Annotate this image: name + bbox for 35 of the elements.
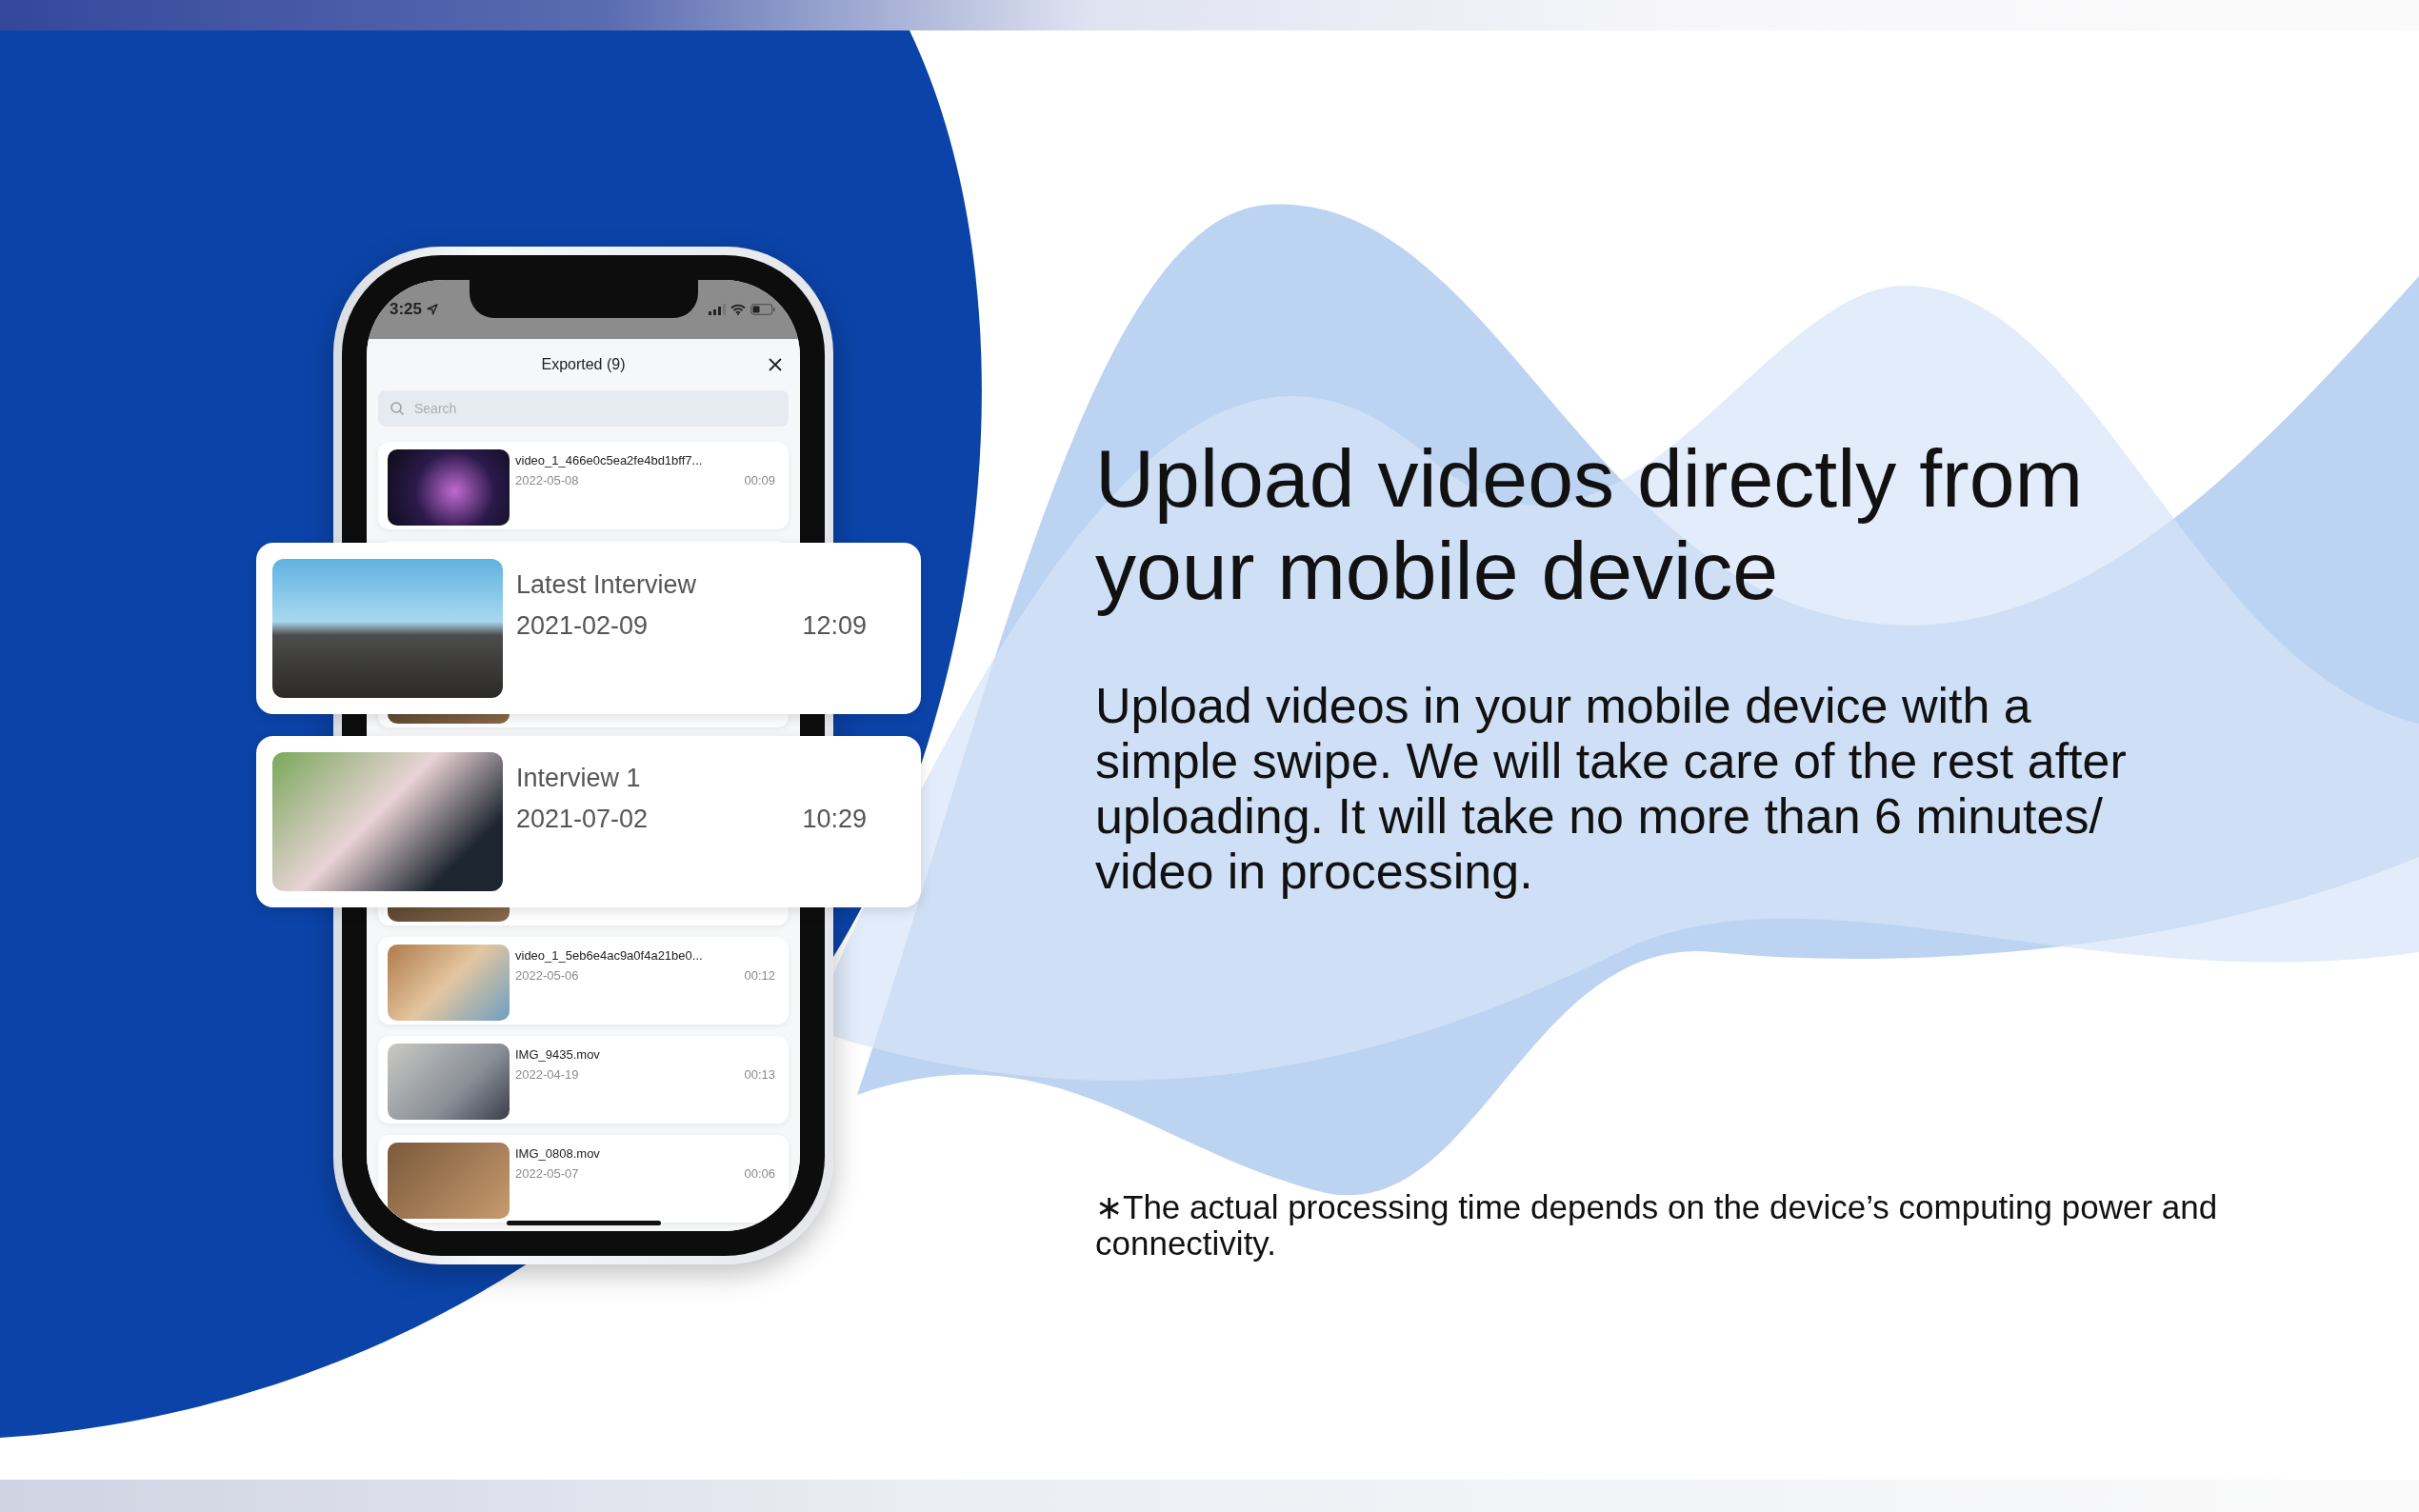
video-title: Interview 1 <box>516 764 642 793</box>
video-list-item[interactable]: video_1_466e0c5ea2fe4bd1bff7... 2022-05-08 00:09 <box>378 442 789 529</box>
video-name: video_1_466e0c5ea2fe4bd1bff7... <box>515 453 704 468</box>
video-name: IMG_0808.mov <box>515 1146 601 1161</box>
video-date: 2021-07-02 <box>516 805 649 834</box>
video-card[interactable]: Interview 1 2021-07-02 10:29 <box>256 736 921 907</box>
wifi-icon <box>730 304 746 315</box>
video-date: 2022-05-06 <box>515 968 579 983</box>
close-icon[interactable] <box>768 357 783 372</box>
video-list-item[interactable]: video_1_5eb6e4ac9a0f4a21be0... 2022-05-06 00:12 <box>378 937 789 1025</box>
video-date: 2022-05-08 <box>515 473 579 487</box>
description-text: Upload videos in your mobile device with a simple swipe. We will take care of the rest after uploading. It will take no more than 6 minutes/ video in processing. <box>1095 678 2128 899</box>
video-duration: 00:09 <box>744 473 775 487</box>
video-list-item[interactable]: IMG_9435.mov 2022-04-19 00:13 <box>378 1036 789 1124</box>
video-date: 2022-05-07 <box>515 1166 579 1181</box>
video-duration: 00:12 <box>744 968 775 983</box>
battery-icon <box>750 304 775 315</box>
search-field[interactable]: Search <box>378 390 789 427</box>
status-time: 3:25 <box>390 300 423 319</box>
video-duration: 00:06 <box>744 1166 775 1181</box>
video-duration: 12:09 <box>802 611 867 641</box>
signal-icon <box>709 304 726 315</box>
sheet-title: Exported (9) <box>541 356 626 373</box>
page-heading: Upload videos directly from your mobile device <box>1095 432 2085 617</box>
video-duration: 10:29 <box>802 805 867 834</box>
video-name: video_1_5eb6e4ac9a0f4a21be0... <box>515 948 704 963</box>
video-date: 2022-04-19 <box>515 1067 579 1082</box>
location-arrow-icon <box>427 304 439 315</box>
video-title: Latest Interview <box>516 570 698 600</box>
video-date: 2021-02-09 <box>516 611 649 641</box>
footnote-text: ∗The actual processing time depends on the device’s computing power and connectivity. <box>1095 1189 2219 1262</box>
video-name: IMG_9435.mov <box>515 1047 601 1062</box>
video-list-item[interactable]: IMG_0808.mov 2022-05-07 00:06 <box>378 1135 789 1223</box>
video-card[interactable]: Latest Interview 2021-02-09 12:09 <box>256 543 921 714</box>
video-duration: 00:13 <box>744 1067 775 1082</box>
